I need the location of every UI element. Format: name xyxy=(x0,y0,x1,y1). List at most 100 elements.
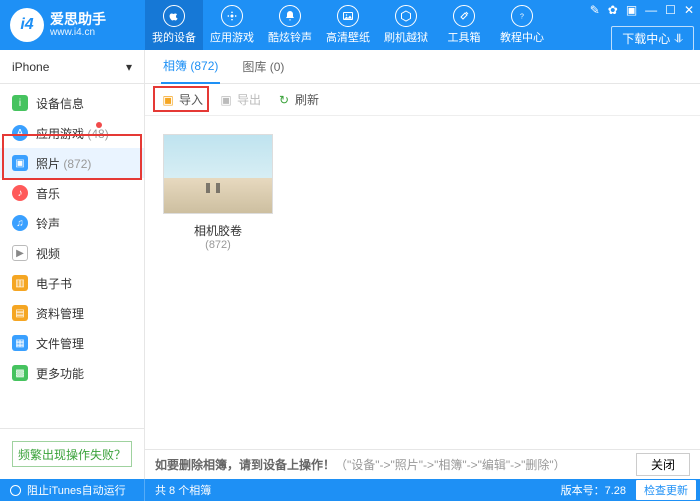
sidebar-item-more[interactable]: ▩ 更多功能 xyxy=(0,358,144,388)
album-count: (872) xyxy=(163,239,273,251)
toolbar: ▣ 导入 ▣ 导出 ↻ 刷新 xyxy=(145,84,700,116)
main-panel: 相簿 (872) 图库 (0) ▣ 导入 ▣ 导出 ↻ 刷新 xyxy=(145,50,700,479)
sidebar-item-ringtones[interactable]: ♫ 铃声 xyxy=(0,208,144,238)
apple-icon xyxy=(163,5,185,27)
sidebar-item-deviceinfo[interactable]: i 设备信息 xyxy=(0,88,144,118)
download-center-button[interactable]: 下载中心 ⥥ xyxy=(611,26,694,51)
box-icon xyxy=(395,5,417,27)
photo-icon: ▣ xyxy=(12,155,28,171)
music-icon: ♪ xyxy=(12,185,28,201)
maximize-icon[interactable]: ☐ xyxy=(665,4,676,16)
brand-url: www.i4.cn xyxy=(50,27,106,38)
nav-wallpapers[interactable]: 高清壁纸 xyxy=(319,0,377,50)
album-thumbnail xyxy=(163,134,273,214)
brand-name: 爱思助手 xyxy=(50,12,106,27)
refresh-button[interactable]: ↻ 刷新 xyxy=(277,91,319,108)
nav-ringtones[interactable]: 酷炫铃声 xyxy=(261,0,319,50)
feedback-icon[interactable]: ✎ xyxy=(590,4,600,16)
download-label: 下载中心 xyxy=(622,30,670,47)
nav-my-device[interactable]: 我的设备 xyxy=(145,0,203,50)
sidebar-item-ebooks[interactable]: ▥ 电子书 xyxy=(0,268,144,298)
minimize-icon[interactable]: — xyxy=(645,4,657,16)
sidebar-item-label: 视频 xyxy=(36,245,132,262)
nav-tools[interactable]: 工具箱 xyxy=(435,0,493,50)
apps-icon: A xyxy=(12,125,28,141)
svg-text:?: ? xyxy=(520,14,524,21)
more-icon: ▩ xyxy=(12,365,28,381)
hint-bar: 如要删除相簿，请到设备上操作！（"设备"->"照片"->"相簿"->"编辑"->… xyxy=(145,449,700,479)
bell-icon: ♫ xyxy=(12,215,28,231)
close-icon[interactable]: ✕ xyxy=(684,4,694,16)
sidebar-item-photos[interactable]: ▣ 照片 (872) xyxy=(0,148,144,178)
device-name: iPhone xyxy=(12,60,49,74)
check-update-button[interactable]: 检查更新 xyxy=(636,480,696,500)
sidebar-item-apps[interactable]: A 应用游戏 (48) xyxy=(0,118,144,148)
nav-tutorials[interactable]: ? 教程中心 xyxy=(493,0,551,50)
brand-area: i4 爱思助手 www.i4.cn xyxy=(0,0,145,50)
tab-library[interactable]: 图库 (0) xyxy=(240,50,286,83)
sidebar-item-label: 铃声 xyxy=(36,215,132,232)
apps-icon xyxy=(221,5,243,27)
help-icon: ? xyxy=(511,5,533,27)
nav-label: 教程中心 xyxy=(500,29,544,45)
bell-icon xyxy=(279,5,301,27)
album-grid: 相机胶卷 (872) xyxy=(145,116,700,449)
data-icon: ▤ xyxy=(12,305,28,321)
tab-bar: 相簿 (872) 图库 (0) xyxy=(145,50,700,84)
album-name: 相机胶卷 xyxy=(163,222,273,239)
album-item[interactable]: 相机胶卷 (872) xyxy=(163,134,273,251)
radio-icon xyxy=(10,485,21,496)
nav-jailbreak[interactable]: 刷机越狱 xyxy=(377,0,435,50)
titlebar-right: ✎ ✿ ▣ — ☐ ✕ 下载中心 ⥥ xyxy=(590,0,700,50)
nav-label: 应用游戏 xyxy=(210,29,254,45)
itunes-block-toggle[interactable]: 阻止iTunes自动运行 xyxy=(0,479,145,501)
tab-albums[interactable]: 相簿 (872) xyxy=(161,49,220,84)
folder-import-icon: ▣ xyxy=(161,93,175,107)
hint-text: 如要删除相簿，请到设备上操作！（"设备"->"照片"->"相簿"->"编辑"->… xyxy=(155,456,628,473)
notification-dot-icon xyxy=(96,122,102,128)
sidebar-item-label: 照片 (872) xyxy=(36,155,132,172)
top-nav: 我的设备 应用游戏 酷炫铃声 高清壁纸 刷机越狱 工具箱 ? 教程中心 xyxy=(145,0,590,50)
video-icon: ▶ xyxy=(12,245,28,261)
sidebar-item-label: 电子书 xyxy=(36,275,132,292)
close-hint-button[interactable]: 关闭 xyxy=(636,453,690,476)
nav-label: 刷机越狱 xyxy=(384,29,428,45)
info-icon: i xyxy=(12,95,28,111)
nav-label: 酷炫铃声 xyxy=(268,29,312,45)
tool-label: 导入 xyxy=(179,91,203,108)
tool-label: 导出 xyxy=(237,91,261,108)
image-icon xyxy=(337,5,359,27)
sidebar-item-videos[interactable]: ▶ 视频 xyxy=(0,238,144,268)
titlebar: i4 爱思助手 www.i4.cn 我的设备 应用游戏 酷炫铃声 高清壁纸 刷机… xyxy=(0,0,700,50)
brand-logo-icon: i4 xyxy=(10,8,44,42)
download-icon: ⥥ xyxy=(674,31,683,46)
chevron-down-icon: ▾ xyxy=(126,60,132,74)
settings-icon[interactable]: ✿ xyxy=(608,4,618,16)
nav-label: 高清壁纸 xyxy=(326,29,370,45)
sidebar-item-label: 设备信息 xyxy=(36,95,132,112)
sidebar-item-files[interactable]: ▦ 文件管理 xyxy=(0,328,144,358)
book-icon: ▥ xyxy=(12,275,28,291)
tools-icon xyxy=(453,5,475,27)
sidebar-item-label: 音乐 xyxy=(36,185,132,202)
folder-export-icon: ▣ xyxy=(219,93,233,107)
nav-apps[interactable]: 应用游戏 xyxy=(203,0,261,50)
version-text: 版本号：7.28 xyxy=(553,482,634,498)
nav-label: 我的设备 xyxy=(152,29,196,45)
sidebar-item-label: 文件管理 xyxy=(36,335,132,352)
refresh-icon: ↻ xyxy=(277,93,291,107)
sidebar-item-data[interactable]: ▤ 资料管理 xyxy=(0,298,144,328)
sidebar-item-music[interactable]: ♪ 音乐 xyxy=(0,178,144,208)
itunes-label: 阻止iTunes自动运行 xyxy=(27,482,126,498)
status-summary: 共 8 个相簿 xyxy=(145,482,553,498)
window-controls: ✎ ✿ ▣ — ☐ ✕ xyxy=(590,4,694,16)
import-button[interactable]: ▣ 导入 xyxy=(161,91,203,108)
sidebar-item-label: 更多功能 xyxy=(36,365,132,382)
device-selector[interactable]: iPhone ▾ xyxy=(0,50,144,84)
sidebar-item-label: 应用游戏 (48) xyxy=(36,125,132,142)
export-button: ▣ 导出 xyxy=(219,91,261,108)
sidebar: iPhone ▾ i 设备信息 A 应用游戏 (48) ▣ 照片 (872) ♪… xyxy=(0,50,145,479)
skin-icon[interactable]: ▣ xyxy=(626,4,637,16)
help-link[interactable]: 频繁出现操作失败？ xyxy=(12,441,132,467)
nav-label: 工具箱 xyxy=(448,29,481,45)
